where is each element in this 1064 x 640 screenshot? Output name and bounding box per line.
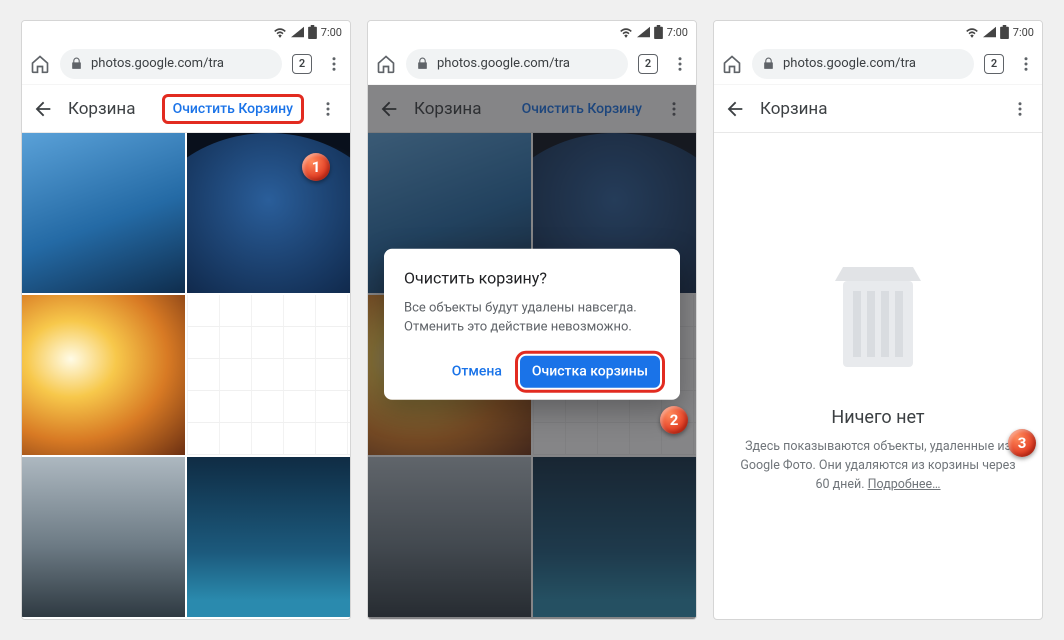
lock-icon [70, 57, 83, 70]
page-header: Корзина Очистить Корзину [22, 85, 350, 133]
back-icon[interactable] [32, 98, 56, 120]
battery-icon [308, 25, 317, 39]
clear-trash-button[interactable]: Очистить Корзину [162, 94, 304, 124]
overflow-menu-icon[interactable] [322, 55, 346, 73]
tabs-button[interactable]: 2 [292, 54, 312, 74]
trash-illustration-icon [823, 257, 933, 377]
photo-thumb[interactable] [22, 133, 185, 293]
empty-description: Здесь показываются объекты, удаленные из… [734, 438, 1022, 494]
status-time: 7:00 [321, 26, 342, 39]
photo-thumb[interactable] [22, 457, 185, 617]
page-overflow-icon[interactable] [316, 100, 340, 118]
status-bar: 7:00 [368, 21, 696, 43]
battery-icon [654, 25, 663, 39]
photo-thumb[interactable] [22, 295, 185, 455]
step-badge-2: 2 [660, 406, 688, 434]
dialog-body: Все объекты будут удалены навсегда. Отме… [404, 300, 660, 338]
status-time: 7:00 [667, 26, 688, 39]
photo-thumb[interactable] [187, 457, 350, 617]
dialog-title: Очистить корзину? [404, 269, 660, 288]
home-icon[interactable] [718, 50, 746, 78]
url-text: photos.google.com/tra [91, 56, 224, 71]
overflow-menu-icon[interactable] [1014, 55, 1038, 73]
status-bar: 7:00 [22, 21, 350, 43]
wifi-icon [965, 26, 979, 38]
page-title: Корзина [760, 99, 996, 119]
url-bar[interactable]: photos.google.com/tra [406, 49, 628, 79]
browser-toolbar: photos.google.com/tra 2 [368, 43, 696, 85]
empty-title: Ничего нет [831, 407, 924, 428]
lock-icon [416, 57, 429, 70]
url-bar[interactable]: photos.google.com/tra [60, 49, 282, 79]
wifi-icon [619, 26, 633, 38]
home-icon[interactable] [26, 50, 54, 78]
browser-toolbar: photos.google.com/tra 2 [22, 43, 350, 85]
url-text: photos.google.com/tra [783, 56, 916, 71]
home-icon[interactable] [372, 50, 400, 78]
url-bar[interactable]: photos.google.com/tra [752, 49, 974, 79]
overflow-menu-icon[interactable] [668, 55, 692, 73]
status-time: 7:00 [1013, 26, 1034, 39]
empty-state: Ничего нет Здесь показываются объекты, у… [714, 133, 1042, 619]
wifi-icon [273, 26, 287, 38]
tabs-button[interactable]: 2 [638, 54, 658, 74]
learn-more-link[interactable]: Подробнее… [868, 477, 941, 492]
dialog-actions: Отмена Очистка корзины [404, 356, 660, 388]
step-badge-3: 3 [1008, 429, 1036, 457]
signal-icon [983, 26, 996, 38]
page-overflow-icon[interactable] [1008, 100, 1032, 118]
signal-icon [637, 26, 650, 38]
confirm-dialog: Очистить корзину? Все объекты будут удал… [384, 249, 680, 400]
step-badge-1: 1 [302, 153, 330, 181]
back-icon[interactable] [724, 98, 748, 120]
page-title: Корзина [68, 99, 150, 119]
url-text: photos.google.com/tra [437, 56, 570, 71]
photo-thumb[interactable] [187, 295, 350, 455]
tabs-button[interactable]: 2 [984, 54, 1004, 74]
cancel-button[interactable]: Отмена [442, 356, 512, 388]
battery-icon [1000, 25, 1009, 39]
phone-step-2: 7:00 photos.google.com/tra 2 Корзина Очи… [367, 20, 697, 620]
page-header: Корзина [714, 85, 1042, 133]
lock-icon [762, 57, 775, 70]
confirm-clear-button[interactable]: Очистка корзины [520, 356, 660, 388]
status-bar: 7:00 [714, 21, 1042, 43]
browser-toolbar: photos.google.com/tra 2 [714, 43, 1042, 85]
photo-grid [22, 133, 350, 619]
phone-step-1: 7:00 photos.google.com/tra 2 Корзина Очи… [21, 20, 351, 620]
signal-icon [291, 26, 304, 38]
phone-step-3: 7:00 photos.google.com/tra 2 Корзина [713, 20, 1043, 620]
